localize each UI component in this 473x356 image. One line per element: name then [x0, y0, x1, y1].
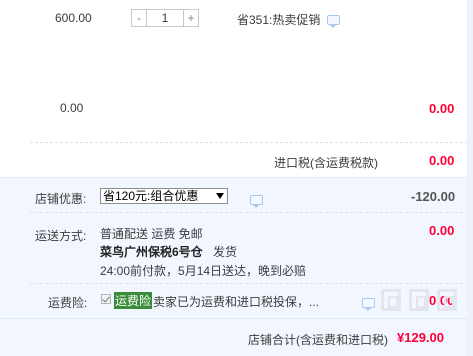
watermark-icon: [381, 289, 401, 311]
insurance-description: 卖家已为运费和进口税投保，...: [153, 295, 320, 309]
chat-icon[interactable]: [361, 298, 375, 311]
watermark-icon: [437, 289, 457, 311]
chat-icon[interactable]: [250, 195, 264, 208]
dashed-divider: [30, 142, 473, 143]
item-price: 600.00: [55, 11, 92, 25]
insurance-label: 运费险:: [48, 296, 88, 310]
item-total: 0.00: [429, 101, 455, 116]
shipping-ship-word: 发货: [213, 245, 238, 259]
shipping-method: 普通配送 运费 免邮: [100, 227, 203, 241]
chat-icon[interactable]: [327, 15, 340, 28]
promotion-text: 省351:热卖促销: [237, 13, 321, 27]
shipping-schedule: 24:00前付款，5月14日送达，晚到必赔: [100, 264, 307, 278]
dropdown-caret-icon: [216, 193, 224, 199]
shop-discount-value: -120.00: [411, 189, 456, 204]
shop-total-value: ¥129.00: [397, 330, 444, 345]
item-price: 0.00: [60, 101, 84, 115]
shop-discount-label: 店铺优惠:: [35, 192, 87, 206]
import-tax-value: 0.00: [429, 153, 455, 168]
quantity-stepper[interactable]: - 1 +: [131, 9, 199, 27]
quantity-input[interactable]: 1: [147, 9, 183, 27]
watermark-icon: [409, 289, 429, 311]
import-tax-label: 进口税(含运费税款): [274, 156, 378, 170]
shop-discount-select[interactable]: 省120元:组合优惠: [100, 188, 228, 204]
dashed-divider: [30, 212, 473, 213]
increase-quantity-button[interactable]: +: [183, 9, 199, 27]
divider: [0, 318, 473, 319]
dashed-divider: [30, 283, 473, 284]
decrease-quantity-button[interactable]: -: [131, 9, 147, 27]
shipping-value: 0.00: [429, 223, 455, 238]
shop-discount-selected: 省120元:组合优惠: [103, 189, 199, 203]
insurance-tag: 运费险: [114, 292, 153, 309]
shipping-warehouse: 菜鸟广州保税6号仓: [100, 245, 203, 259]
divider: [0, 177, 473, 178]
shop-total-label: 店铺合计(含运费和进口税): [248, 333, 388, 347]
insurance-checkbox[interactable]: [101, 294, 111, 304]
shipping-label: 运送方式:: [35, 229, 87, 243]
scroll-edge: [467, 0, 473, 356]
